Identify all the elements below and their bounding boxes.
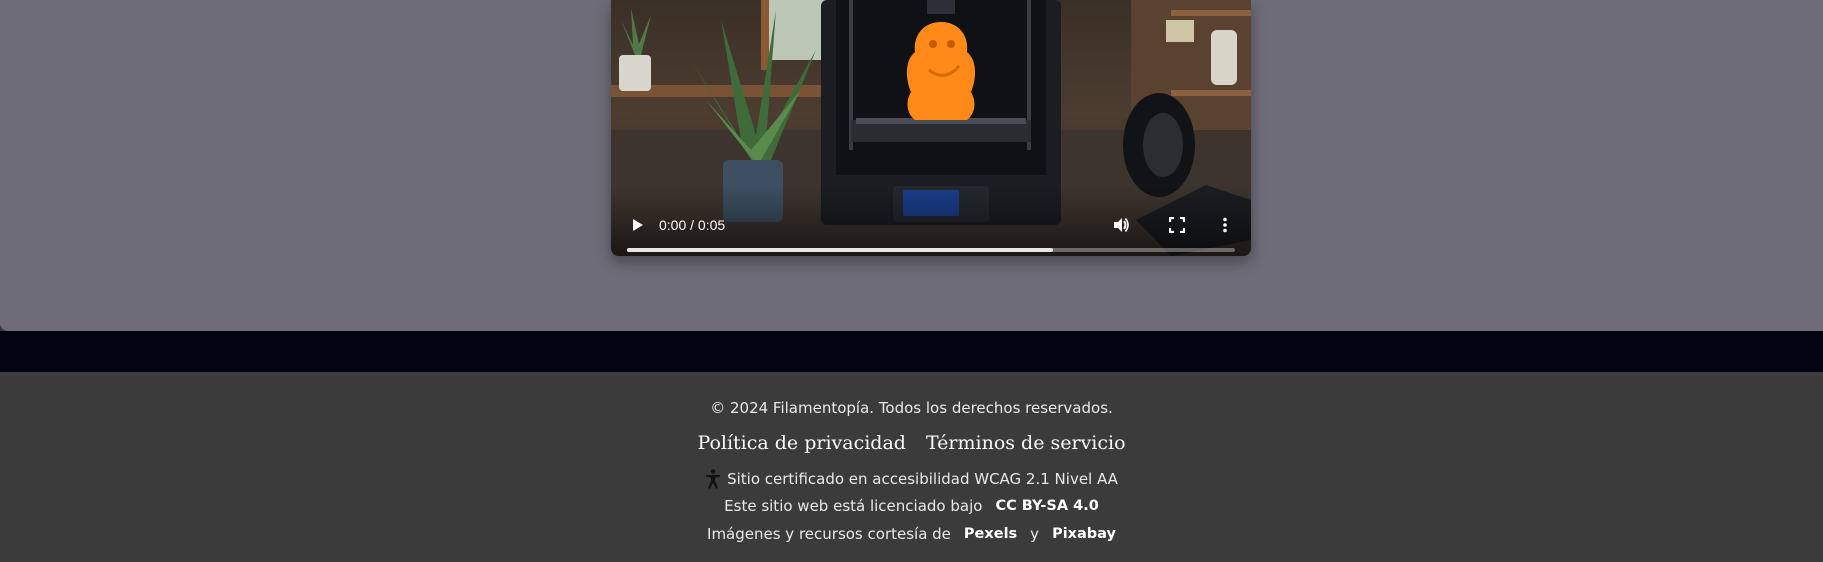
terms-of-service-link[interactable]: Términos de servicio: [926, 432, 1126, 454]
time-display: 0:00 / 0:05: [659, 217, 726, 233]
pixabay-link[interactable]: Pixabay: [1052, 526, 1116, 542]
footer-copyright: © 2024 Filamentopía. Todos los derechos …: [0, 399, 1823, 417]
credits-prefix: Imágenes y recursos cortesía de: [707, 525, 951, 543]
accessibility-icon: [706, 469, 721, 489]
license-link[interactable]: CC BY-SA 4.0: [995, 498, 1098, 514]
volume-button[interactable]: [1109, 213, 1133, 237]
play-icon: [633, 219, 643, 231]
accessibility-text: Sitio certificado en accesibilidad WCAG …: [727, 470, 1118, 488]
fullscreen-icon: [1169, 217, 1185, 233]
more-vertical-icon: [1223, 217, 1227, 233]
play-button[interactable]: [625, 213, 649, 237]
volume-icon: [1114, 218, 1129, 232]
credits-joiner: y: [1030, 525, 1040, 543]
credits-line: Imágenes y recursos cortesía de Pexels y…: [0, 525, 1823, 543]
accessibility-certification: Sitio certificado en accesibilidad WCAG …: [0, 469, 1823, 489]
divider-band: [0, 331, 1823, 372]
copyright-text: © 2024 Filamentopía. Todos los derechos …: [710, 399, 1113, 417]
video-progress-fill: [627, 248, 1053, 252]
privacy-policy-link[interactable]: Política de privacidad: [697, 432, 906, 454]
video-progress-bar[interactable]: [627, 248, 1235, 252]
more-options-button[interactable]: [1213, 213, 1237, 237]
site-footer: © 2024 Filamentopía. Todos los derechos …: [0, 372, 1823, 562]
license-line: Este sitio web está licenciado bajo CC B…: [0, 497, 1823, 515]
license-prefix: Este sitio web está licenciado bajo: [724, 497, 983, 515]
pexels-link[interactable]: Pexels: [964, 526, 1017, 542]
video-controls-bar: 0:00 / 0:05: [611, 186, 1251, 256]
footer-links: Política de privacidad Términos de servi…: [0, 432, 1823, 454]
fullscreen-button[interactable]: [1165, 213, 1189, 237]
video-player[interactable]: 0:00 / 0:05: [611, 0, 1251, 256]
main-content-panel: 0:00 / 0:05: [0, 0, 1823, 331]
